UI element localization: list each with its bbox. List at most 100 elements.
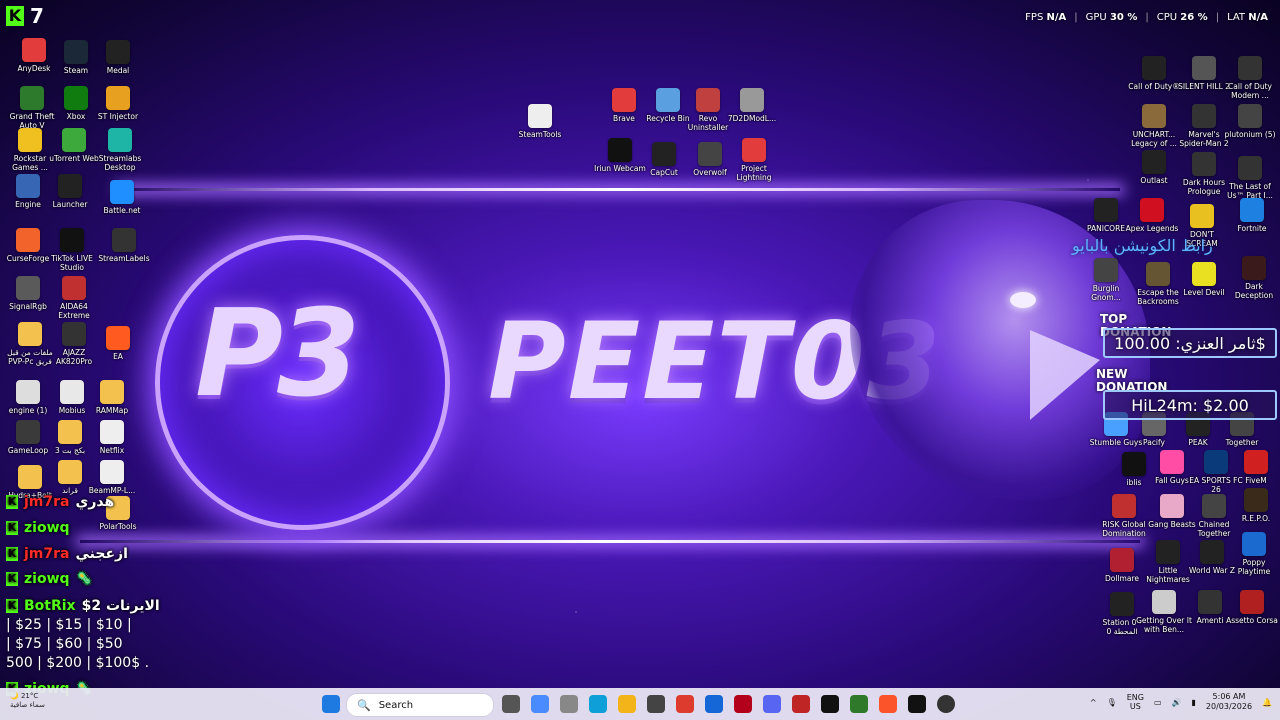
file-explorer-icon[interactable] (618, 695, 636, 713)
desktop-icon-label: plutonium (5) (1224, 130, 1276, 139)
store-icon[interactable] (647, 695, 665, 713)
media-player-icon[interactable] (792, 695, 810, 713)
desktop-icon-label: Apex Legends (1125, 224, 1179, 233)
chat-username: ziowq (24, 571, 70, 587)
desktop-icon[interactable]: Medal (90, 40, 146, 75)
performance-stats: FPS N/A | GPU 30 % | CPU 26 % | LAT N/A (1025, 12, 1268, 23)
app-icon (100, 380, 124, 404)
app-icon (58, 460, 82, 484)
desktop-icon[interactable]: The Last of Us™ Part I... (1222, 156, 1278, 200)
language-indicator[interactable]: ENG US (1127, 693, 1144, 711)
desktop-icon-label: PolarTools (99, 522, 137, 531)
copilot-icon[interactable] (531, 695, 549, 713)
desktop-icon[interactable]: plutonium (5) (1222, 104, 1278, 139)
obs-icon[interactable] (937, 695, 955, 713)
app-icon (528, 104, 552, 128)
settings-gear-icon[interactable] (560, 695, 578, 713)
desktop-icon[interactable]: 7D2DModL... (724, 88, 780, 123)
desktop-icon[interactable]: RAMMap (84, 380, 140, 415)
weather-temp: 21°C (20, 692, 39, 700)
desktop-icon[interactable]: Dark Deception (1226, 256, 1280, 300)
desktop-icon[interactable]: Streamlabs Desktop (92, 128, 148, 172)
desktop-icon[interactable]: Netflix (84, 420, 140, 455)
desktop-icon[interactable]: Outlast (1126, 150, 1182, 185)
app-icon (16, 174, 40, 198)
desktop-icon[interactable]: Battle.net (94, 180, 150, 215)
desktop-icon-label: TikTok LIVE Studio (51, 254, 93, 272)
app-icon (1146, 262, 1170, 286)
desktop-icon[interactable]: Apex Legends (1124, 198, 1180, 233)
app-icon (1190, 204, 1214, 228)
desktop-icon[interactable]: Burglin Gnom... (1078, 258, 1134, 302)
desktop-icon[interactable]: Assetto Corsa (1224, 590, 1280, 625)
mail-icon[interactable] (705, 695, 723, 713)
start-button[interactable] (322, 695, 340, 713)
desktop-icon[interactable]: EA (90, 326, 146, 361)
desktop-icon[interactable]: FiveM (1228, 450, 1280, 485)
wallpaper-glow-line-bottom (80, 540, 1140, 543)
app-icon (1112, 494, 1136, 518)
desktop-icon[interactable]: ST Injector (90, 86, 146, 121)
notification-bell-icon[interactable]: 🔔 (1262, 698, 1272, 707)
capcut-icon[interactable] (821, 695, 839, 713)
app-icon (652, 142, 676, 166)
desktop-icon[interactable]: StreamLabels (96, 228, 152, 263)
app-icon (1110, 548, 1134, 572)
task-view-icon[interactable] (502, 695, 520, 713)
desktop-icon[interactable]: BeamMP-L... (84, 460, 140, 495)
desktop-icon[interactable]: Project Lightning (726, 138, 782, 182)
desktop-icon[interactable]: TikTok LIVE Studio (44, 228, 100, 272)
microphone-icon[interactable]: 🎙 (1107, 698, 1117, 707)
desktop-icon[interactable]: Call of Duty® (1126, 56, 1182, 91)
chat-text: ازعجني (75, 546, 128, 562)
brave-icon[interactable] (879, 695, 897, 713)
desktop-icon-label: 7D2DModL... (727, 114, 777, 123)
battery-icon[interactable]: ▮ (1192, 698, 1196, 707)
weather-widget[interactable]: 🌙 21°C سماء صافية (10, 692, 45, 710)
search-box[interactable]: 🔍 Search (346, 693, 494, 717)
network-icon[interactable]: ▭ (1154, 698, 1162, 707)
app-icon (1160, 494, 1184, 518)
new-donation-box: HiL24m: $2.00 (1103, 390, 1277, 420)
app-icon (696, 88, 720, 112)
desktop-icon-label: Launcher (52, 200, 88, 209)
app-icon (740, 88, 764, 112)
chat-username: jm7ra (24, 494, 70, 510)
chrome-icon[interactable] (676, 695, 694, 713)
app-icon (1192, 56, 1216, 80)
chevron-up-icon[interactable]: ^ (1090, 698, 1097, 707)
desktop-icon[interactable]: AIDA64 Extreme (46, 276, 102, 320)
app-icon (1238, 156, 1262, 180)
desktop-icon-label: StreamLabels (98, 254, 150, 263)
chat-username: ziowq (24, 520, 70, 536)
desktop-icon[interactable]: Launcher (42, 174, 98, 209)
app-icon (1244, 488, 1268, 512)
app-icon (62, 128, 86, 152)
desktop-icon-label: SteamTools (518, 130, 562, 139)
desktop-icon-label: Together (1225, 438, 1259, 447)
chat-username: jm7ra (24, 546, 70, 562)
desktop-icon[interactable]: R.E.P.O. (1228, 488, 1280, 523)
kick-badge-icon: K (6, 547, 18, 561)
language-code: ENG (1126, 693, 1144, 702)
desktop-icon[interactable]: UNCHART... Legacy of ... (1126, 104, 1182, 148)
desktop-icon[interactable]: Fortnite (1224, 198, 1280, 233)
desktop-icon[interactable]: Poppy Playtime (1226, 532, 1280, 576)
desktop-icon[interactable]: Call of Duty Modern ... (1222, 56, 1278, 100)
desktop-icon[interactable]: Level Devil (1176, 262, 1232, 297)
volume-icon[interactable]: 🔊 (1172, 698, 1182, 707)
clock-date: 20/03/2026 (1205, 702, 1253, 711)
minecraft-icon[interactable] (850, 695, 868, 713)
app-icon (1122, 452, 1146, 476)
desktop-icon[interactable]: SteamTools (512, 104, 568, 139)
adobe-icon[interactable] (734, 695, 752, 713)
edge-icon[interactable] (589, 695, 607, 713)
desktop-icon-label: Netflix (99, 446, 125, 455)
eagle-beak (1030, 330, 1100, 420)
discord-icon[interactable] (763, 695, 781, 713)
tiktok-icon[interactable] (908, 695, 926, 713)
wallpaper-logo-text: P3 (195, 285, 360, 424)
clock[interactable]: 5:06 AM 20/03/2026 (1206, 692, 1252, 712)
app-icon (1240, 590, 1264, 614)
app-icon (1242, 256, 1266, 280)
